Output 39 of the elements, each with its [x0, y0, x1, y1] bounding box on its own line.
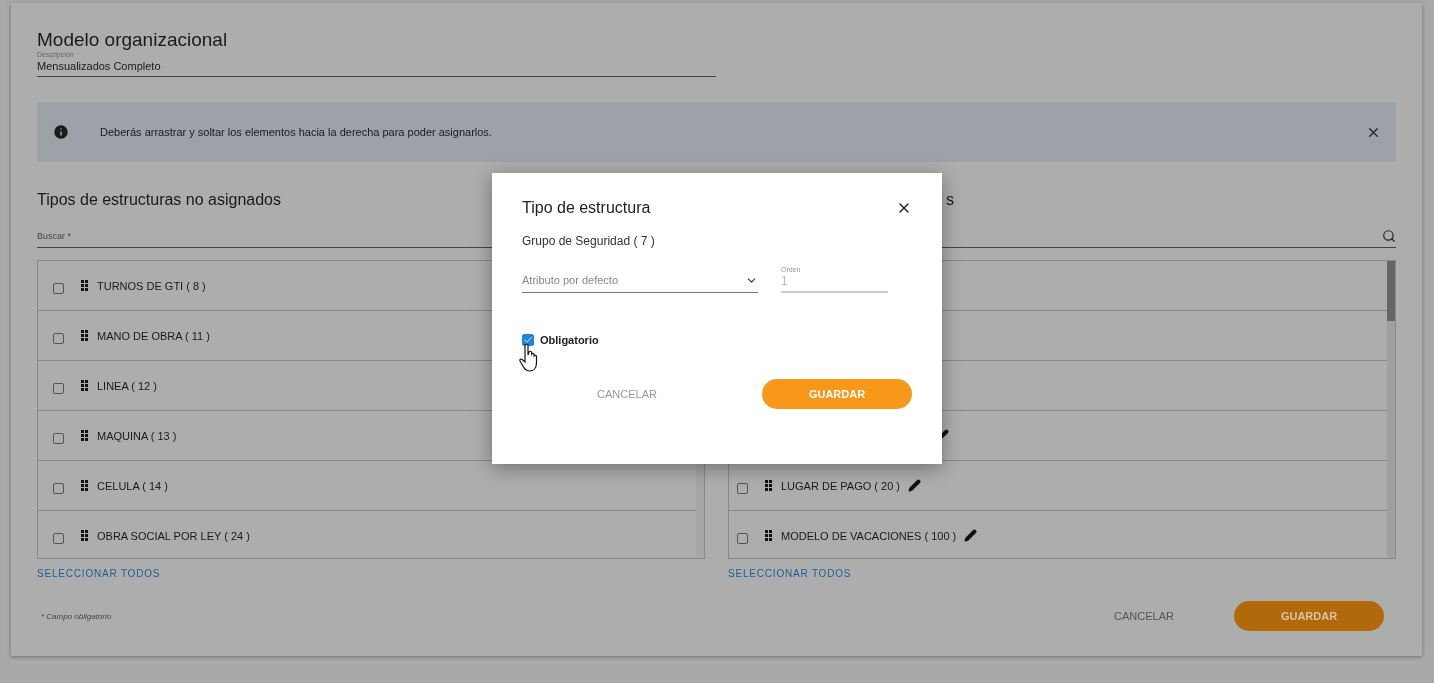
drag-handle-icon[interactable]: [81, 430, 88, 441]
checkbox-label: Obligatorio: [540, 334, 599, 346]
info-icon: [52, 123, 70, 141]
drag-handle-icon[interactable]: [81, 280, 88, 291]
pencil-icon[interactable]: [964, 529, 978, 542]
checkbox[interactable]: [522, 334, 534, 346]
checkbox[interactable]: [53, 333, 64, 344]
structure-label: LINEA ( 12 ): [97, 379, 157, 392]
structure-label: CELULA ( 14 ): [97, 479, 168, 492]
drag-handle-icon[interactable]: [765, 530, 772, 541]
drag-handle-icon[interactable]: [81, 380, 88, 391]
dialog-subtitle: Grupo de Seguridad ( 7 ): [522, 234, 655, 248]
drag-handle-icon[interactable]: [81, 330, 88, 341]
scrollbar-thumb[interactable]: [1387, 261, 1395, 321]
checkbox[interactable]: [53, 483, 64, 494]
banner-text: Deberás arrastrar y soltar los elementos hacia la derecha para poder asignarlos.: [100, 126, 493, 138]
checkbox[interactable]: [737, 483, 748, 494]
checkbox[interactable]: [53, 383, 64, 394]
structure-label: MODELO DE VACACIONES ( 100 ): [781, 529, 957, 542]
drag-handle-icon[interactable]: [81, 530, 88, 541]
checkbox[interactable]: [53, 533, 64, 544]
drag-handle-icon[interactable]: [765, 480, 772, 491]
structure-label: MANO DE OBRA ( 11 ): [97, 329, 210, 342]
structure-label: LUGAR DE PAGO ( 20 ): [781, 479, 900, 492]
page-title: Modelo organizacional: [37, 29, 229, 51]
structure-label: TURNOS DE GTI ( 8 ): [97, 279, 206, 292]
structure-label: OBRA SOCIAL POR LEY ( 24 ): [97, 529, 250, 542]
dialog-title: Tipo de estructura: [522, 199, 651, 217]
checkbox[interactable]: [53, 283, 64, 294]
checkbox[interactable]: [53, 433, 64, 444]
attribute-select[interactable]: Atributo por defecto: [522, 268, 758, 293]
required-note: * Campo obligatorio: [40, 611, 113, 621]
section-heading: Tipos de estructuras no asignados: [37, 190, 281, 210]
section-heading: s: [946, 190, 954, 210]
search-icon[interactable]: [1382, 229, 1396, 243]
structure-label: MAQUINA ( 13 ): [97, 429, 177, 442]
checkbox[interactable]: [737, 533, 748, 544]
drag-handle-icon[interactable]: [81, 480, 88, 491]
pencil-icon[interactable]: [908, 479, 921, 492]
